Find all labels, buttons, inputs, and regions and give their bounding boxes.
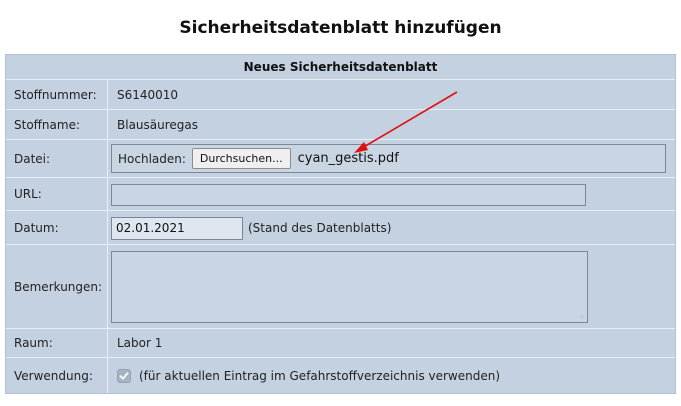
row-raum: Raum: Labor 1	[6, 328, 675, 357]
stoffname-label: Stoffname:	[6, 110, 108, 139]
resize-grip-icon[interactable]: ⁘	[579, 314, 585, 321]
verwendung-text: (für aktuellen Eintrag im Gefahrstoffver…	[139, 368, 501, 383]
browse-button[interactable]: Durchsuchen...	[191, 148, 291, 169]
row-datum: Datum: 02.01.2021 (Stand des Datenblatts…	[6, 210, 675, 244]
date-input[interactable]: 02.01.2021	[111, 217, 243, 240]
form-header: Neues Sicherheitsdatenblatt	[243, 60, 438, 74]
row-verwendung: Verwendung: (für aktuellen Eintrag im Ge…	[6, 357, 675, 393]
url-input[interactable]	[111, 184, 586, 206]
date-note: (Stand des Datenblatts)	[248, 221, 392, 235]
row-url: URL:	[6, 177, 675, 210]
raum-label: Raum:	[6, 329, 108, 357]
checkmark-icon	[119, 371, 129, 379]
raum-value: Labor 1	[117, 336, 163, 350]
stoffnummer-label: Stoffnummer:	[6, 80, 108, 109]
row-datei: Datei: Hochladen: Durchsuchen... cyan_ge…	[6, 139, 675, 177]
row-stoffnummer: Stoffnummer: S6140010	[6, 79, 675, 109]
row-stoffname: Stoffname: Blausäuregas	[6, 109, 675, 139]
selected-file-name: cyan_gestis.pdf	[297, 151, 399, 166]
new-sds-form: Neues Sicherheitsdatenblatt Stoffnummer:…	[5, 54, 676, 394]
stoffnummer-value: S6140010	[117, 87, 179, 102]
url-label: URL:	[6, 178, 108, 210]
datei-label: Datei:	[6, 140, 108, 177]
row-bemerkungen: Bemerkungen: ⁘	[6, 244, 675, 328]
verwendung-checkbox[interactable]	[117, 368, 131, 383]
verwendung-label: Verwendung:	[6, 358, 108, 393]
bemerkungen-label: Bemerkungen:	[6, 245, 108, 328]
page-title: Sicherheitsdatenblatt hinzufügen	[179, 18, 502, 38]
datum-label: Datum:	[6, 211, 108, 244]
file-upload-field[interactable]: Hochladen: Durchsuchen... cyan_gestis.pd…	[111, 144, 666, 173]
verwendung-cell: (für aktuellen Eintrag im Gefahrstoffver…	[109, 358, 675, 393]
remarks-textarea[interactable]: ⁘	[111, 251, 588, 323]
stoffname-value: Blausäuregas	[117, 117, 199, 132]
upload-label: Hochladen:	[118, 151, 186, 166]
